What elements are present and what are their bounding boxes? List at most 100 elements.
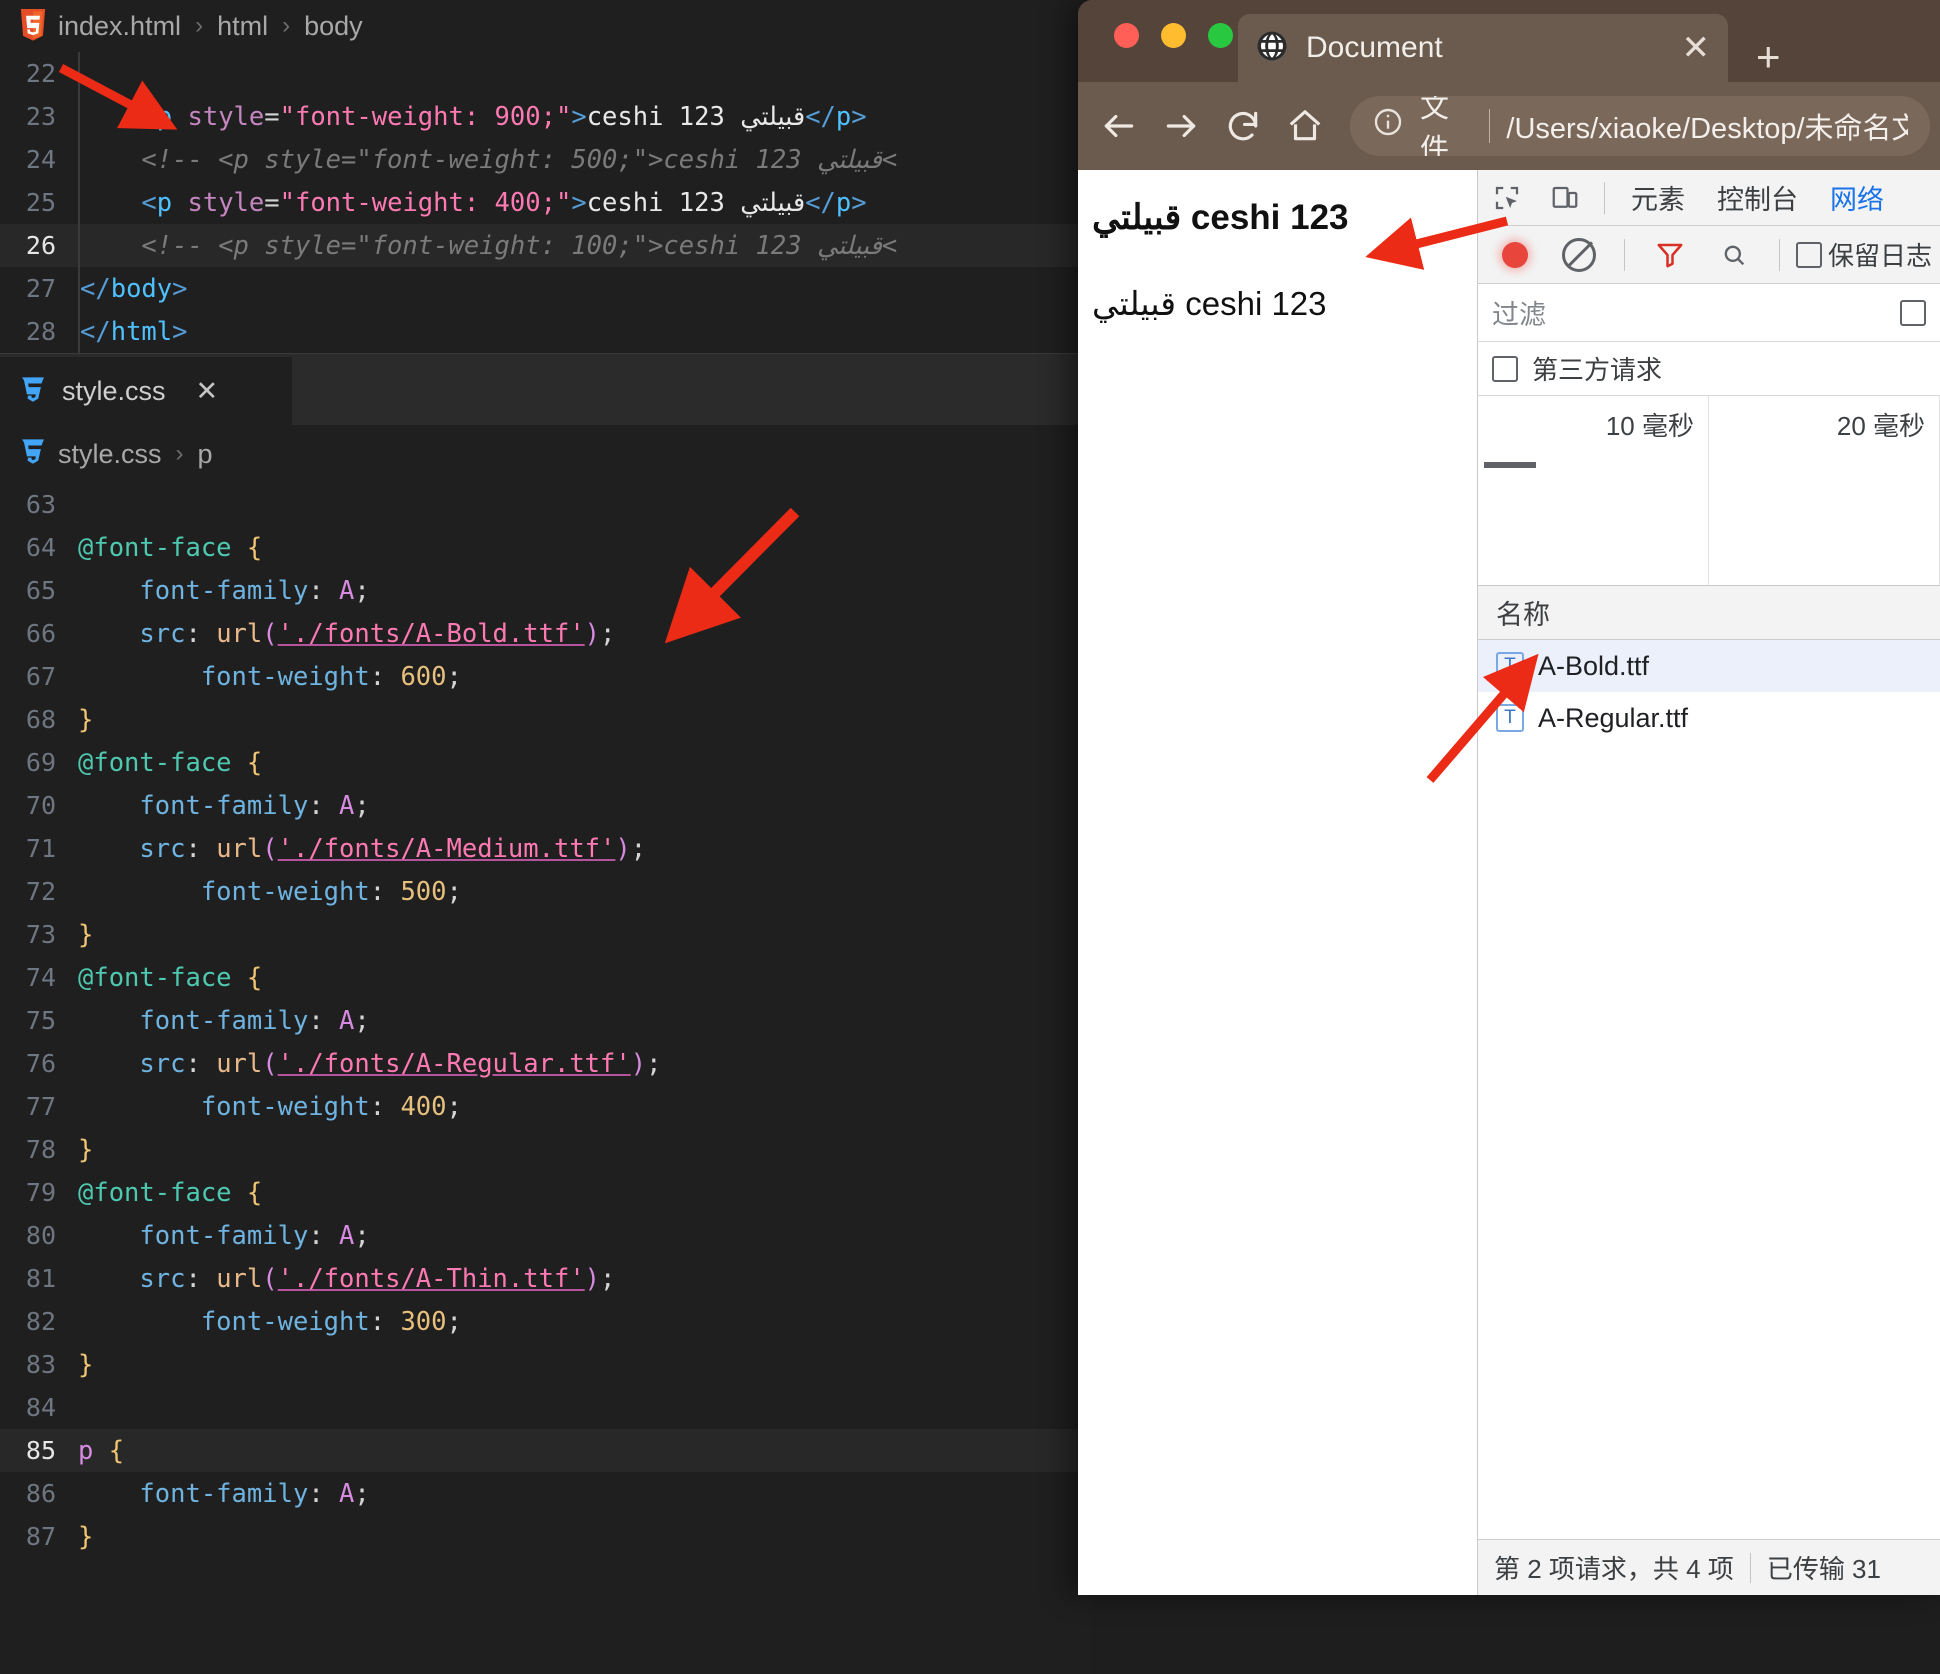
tab-console[interactable]: 控制台 <box>1701 178 1814 217</box>
filter-row-checkbox[interactable] <box>1900 300 1926 326</box>
code-token: src <box>139 1049 185 1079</box>
code-line[interactable]: 76 src: url('./fonts/A-Regular.ttf'); <box>0 1042 1090 1085</box>
code-line[interactable]: 26 <!-- <p style="font-weight: 100;">ces… <box>0 224 1090 267</box>
table-row[interactable]: TA-Bold.ttf <box>1478 640 1940 692</box>
code-line[interactable]: 27</body> <box>0 267 1090 310</box>
inspect-element-icon[interactable] <box>1478 170 1536 226</box>
html-code-editor[interactable]: 22 23 <p style="font-weight: 900;">ceshi … <box>0 52 1090 353</box>
code-line[interactable]: 73} <box>0 913 1090 956</box>
back-icon[interactable] <box>1088 95 1150 157</box>
close-icon[interactable]: ✕ <box>196 376 219 407</box>
search-icon[interactable] <box>1705 227 1763 283</box>
requests-table-header[interactable]: 名称 <box>1478 586 1940 640</box>
code-line[interactable]: 63 <box>0 483 1090 526</box>
table-row[interactable]: TA-Regular.ttf <box>1478 692 1940 744</box>
code-line[interactable]: 23 <p style="font-weight: 900;">ceshi 12… <box>0 95 1090 138</box>
code-token: < <box>882 231 897 261</box>
breadcrumb-node-body[interactable]: body <box>304 11 363 42</box>
breadcrumb-file[interactable]: index.html <box>58 11 181 42</box>
line-number: 22 <box>0 59 78 88</box>
code-line[interactable]: 25 <p style="font-weight: 400;">ceshi 12… <box>0 181 1090 224</box>
tab-network[interactable]: 网络 <box>1814 178 1900 217</box>
code-text: <!-- <p style="font-weight: 500;">ceshi … <box>80 145 897 175</box>
request-count: 第 2 项请求，共 4 项 <box>1494 1549 1734 1586</box>
record-icon[interactable] <box>1486 227 1544 283</box>
code-line[interactable]: 79@font-face { <box>0 1171 1090 1214</box>
code-line[interactable]: 80 font-family: A; <box>0 1214 1090 1257</box>
line-number: 28 <box>0 317 78 346</box>
code-text: font-family: A; <box>78 1479 370 1509</box>
code-line[interactable]: 70 font-family: A; <box>0 784 1090 827</box>
timeline-tick-2: 20 毫秒 <box>1709 396 1940 585</box>
tab-close-icon[interactable]: ✕ <box>1682 31 1711 65</box>
code-line[interactable]: 74@font-face { <box>0 956 1090 999</box>
code-line[interactable]: 78} <box>0 1128 1090 1171</box>
code-line[interactable]: 87} <box>0 1515 1090 1558</box>
css3-icon <box>18 375 48 409</box>
code-line[interactable]: 82 font-weight: 300; <box>0 1300 1090 1343</box>
code-line[interactable]: 72 font-weight: 500; <box>0 870 1090 913</box>
controls-divider-2 <box>1779 239 1780 271</box>
css-code-editor[interactable]: 6364@font-face {65 font-family: A;66 src… <box>0 483 1090 1558</box>
code-token: قبيلتي <box>740 188 805 218</box>
code-line[interactable]: 81 src: url('./fonts/A-Thin.ttf'); <box>0 1257 1090 1300</box>
code-text: @font-face { <box>78 748 262 778</box>
line-number: 23 <box>0 102 78 131</box>
info-icon[interactable] <box>1372 106 1404 146</box>
code-line[interactable]: 22 <box>0 52 1090 95</box>
code-token: قبيلتي <box>740 102 805 132</box>
breadcrumb-node-html[interactable]: html <box>217 11 268 42</box>
forward-icon[interactable] <box>1150 95 1212 157</box>
network-timeline[interactable]: 10 毫秒 20 毫秒 <box>1478 396 1940 586</box>
code-line[interactable]: 68} <box>0 698 1090 741</box>
code-token: ( <box>262 1264 277 1294</box>
css-breadcrumb[interactable]: style.css › p <box>0 425 1090 483</box>
preserve-log-checkbox[interactable] <box>1796 242 1822 268</box>
html-breadcrumb[interactable]: index.html › html › body <box>0 0 1090 52</box>
code-line[interactable]: 85p { <box>0 1429 1090 1472</box>
browser-tab[interactable]: Document ✕ <box>1238 14 1728 82</box>
code-token <box>78 834 139 864</box>
address-bar[interactable]: 文件 /Users/xiaoke/Desktop/未命名文件 <box>1350 96 1930 156</box>
code-line[interactable]: 86 font-family: A; <box>0 1472 1090 1515</box>
code-line[interactable]: 66 src: url('./fonts/A-Bold.ttf'); <box>0 612 1090 655</box>
code-token: ; <box>600 1264 615 1294</box>
code-line[interactable]: 24 <!-- <p style="font-weight: 500;">ces… <box>0 138 1090 181</box>
url-text[interactable]: /Users/xiaoke/Desktop/未命名文件 <box>1506 105 1908 147</box>
rendered-page: ceshi 123 قبيلتي ceshi 123 قبيلتي <box>1078 170 1477 1595</box>
code-line[interactable]: 71 src: url('./fonts/A-Medium.ttf'); <box>0 827 1090 870</box>
minimize-window-button[interactable] <box>1161 23 1186 48</box>
css-breadcrumb-node[interactable]: p <box>198 439 213 470</box>
window-controls[interactable] <box>1114 23 1233 48</box>
maximize-window-button[interactable] <box>1208 23 1233 48</box>
code-token: : <box>370 1307 401 1337</box>
funnel-icon[interactable] <box>1641 227 1699 283</box>
tab-elements[interactable]: 元素 <box>1615 178 1701 217</box>
code-line[interactable]: 69@font-face { <box>0 741 1090 784</box>
css-breadcrumb-file[interactable]: style.css <box>58 439 162 470</box>
code-line[interactable]: 64@font-face { <box>0 526 1090 569</box>
close-window-button[interactable] <box>1114 23 1139 48</box>
code-line[interactable]: 75 font-family: A; <box>0 999 1090 1042</box>
code-token: ; <box>631 834 646 864</box>
code-line[interactable]: 28</html> <box>0 310 1090 353</box>
globe-icon <box>1256 30 1288 67</box>
code-line[interactable]: 65 font-family: A; <box>0 569 1090 612</box>
clear-icon[interactable] <box>1550 227 1608 283</box>
line-number: 85 <box>0 1436 78 1465</box>
third-party-checkbox[interactable] <box>1492 356 1518 382</box>
code-line[interactable]: 77 font-weight: 400; <box>0 1085 1090 1128</box>
code-line[interactable]: 84 <box>0 1386 1090 1429</box>
code-line[interactable]: 67 font-weight: 600; <box>0 655 1090 698</box>
new-tab-button[interactable]: + <box>1756 36 1781 82</box>
filter-input[interactable]: 过滤 <box>1492 293 1886 332</box>
home-icon[interactable] <box>1274 95 1336 157</box>
device-toolbar-icon[interactable] <box>1536 170 1594 226</box>
requests-list[interactable]: TA-Bold.ttfTA-Regular.ttf <box>1478 640 1940 1539</box>
code-text: } <box>78 1135 93 1165</box>
code-token: @font-face <box>78 533 232 563</box>
tab-style-css[interactable]: style.css ✕ <box>0 357 292 425</box>
reload-icon[interactable] <box>1212 95 1274 157</box>
code-token: : <box>308 1479 339 1509</box>
code-line[interactable]: 83} <box>0 1343 1090 1386</box>
